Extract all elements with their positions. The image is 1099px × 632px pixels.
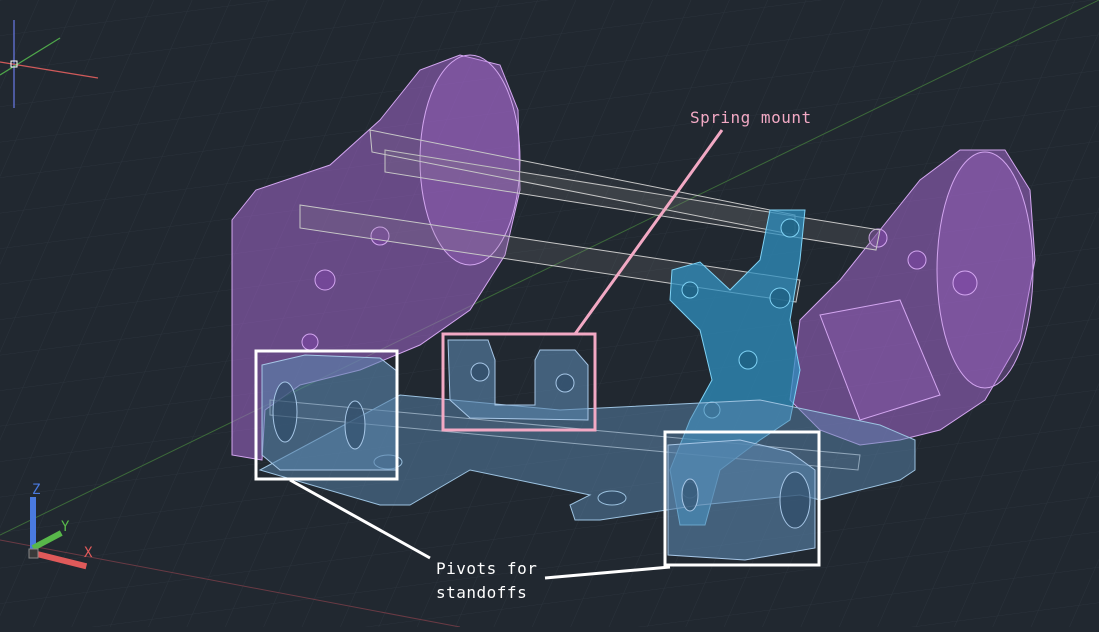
cad-viewport[interactable]: Z Y X Spring mount Pivots for standoffs: [0, 0, 1099, 628]
model-space-canvas[interactable]: Z Y X: [0, 0, 1099, 628]
pivots-label: Pivots for standoffs: [436, 557, 537, 605]
left-pivot-block[interactable]: [261, 354, 399, 471]
pivots-label-line1: Pivots for: [436, 559, 538, 578]
right-pivot-block[interactable]: [667, 439, 816, 561]
ucs-y-label: Y: [61, 519, 70, 535]
pivots-label-line2: standoffs: [436, 583, 528, 602]
spring-mount-label: Spring mount: [690, 108, 812, 127]
ucs-z-label: Z: [32, 482, 40, 498]
ucs-x-label: X: [84, 545, 93, 561]
